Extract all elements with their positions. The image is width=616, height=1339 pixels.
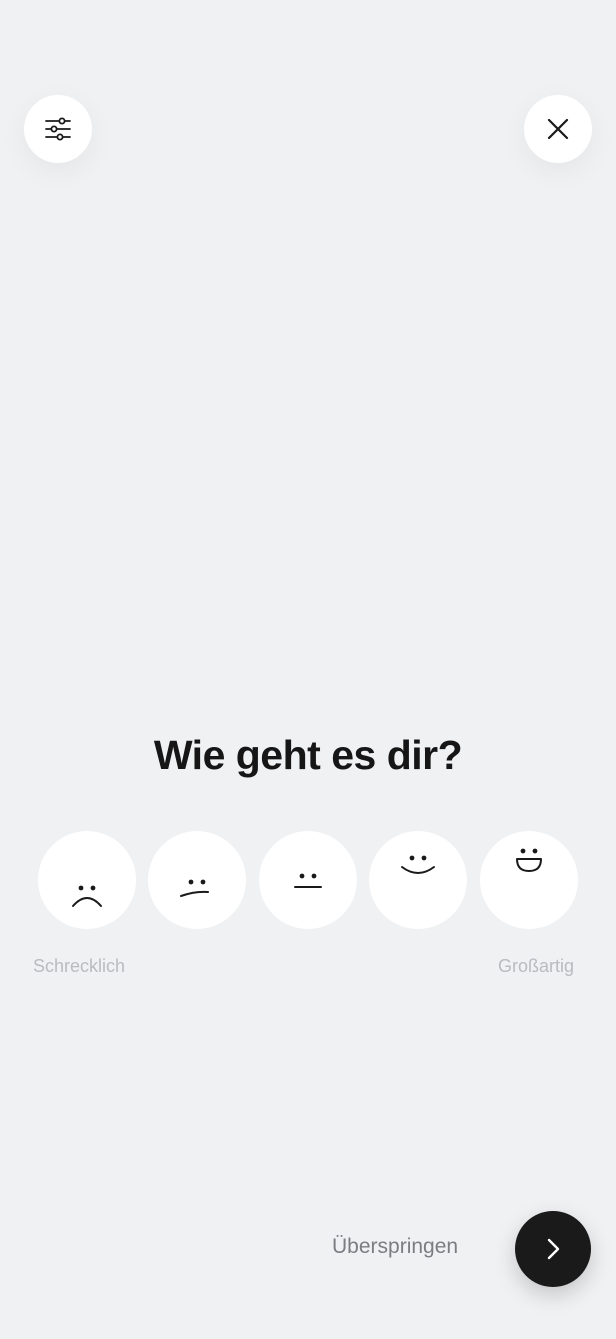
sad-face-icon: [180, 879, 209, 897]
neutral-face-icon: [294, 873, 322, 888]
close-icon: [547, 118, 569, 140]
mood-option-terrible[interactable]: [38, 831, 136, 929]
next-button[interactable]: [515, 1211, 591, 1287]
mood-option-great[interactable]: [480, 831, 578, 929]
big-smile-face-icon: [516, 848, 542, 872]
skip-button[interactable]: Überspringen: [332, 1235, 458, 1259]
scale-high-label: Großartig: [497, 956, 574, 976]
very-sad-face-icon: [72, 885, 102, 907]
filter-button[interactable]: [24, 95, 92, 163]
question-title: Wie geht es dir?: [153, 732, 463, 778]
mood-option-good[interactable]: [369, 831, 467, 929]
sliders-icon: [45, 117, 71, 141]
close-button[interactable]: [524, 95, 592, 163]
scale-low-label: Schrecklich: [33, 956, 126, 976]
mood-option-bad[interactable]: [148, 831, 246, 929]
mood-scale: [38, 831, 578, 929]
chevron-right-icon: [547, 1238, 560, 1260]
smile-face-icon: [401, 855, 435, 874]
mood-option-okay[interactable]: [259, 831, 357, 929]
